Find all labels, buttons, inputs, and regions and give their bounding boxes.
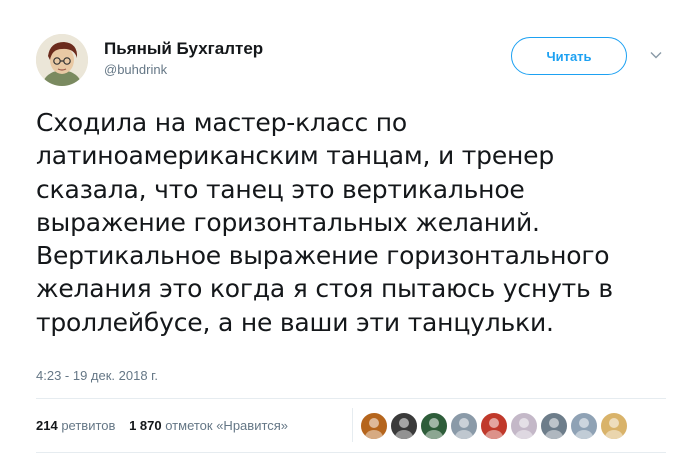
tweet-timestamp[interactable]: 4:23 - 19 дек. 2018 г. — [36, 368, 158, 383]
follow-button[interactable]: Читать — [511, 37, 627, 75]
avatar-icon — [544, 418, 564, 439]
tweet-text-line: выражение горизонтальных желаний. — [36, 207, 540, 237]
avatar-icon — [604, 418, 624, 439]
tweet-text-line: троллейбусе, а не ваши эти танцульки. — [36, 307, 554, 337]
avatar-icon — [484, 418, 504, 439]
avatar-icon — [514, 418, 534, 439]
more-options-button[interactable] — [649, 48, 663, 62]
divider — [36, 452, 666, 453]
liker-avatar[interactable] — [480, 412, 508, 440]
tweet-text-line: сказала, что танец это вертикальное — [36, 174, 525, 204]
author-block: Пьяный Бухгалтер @buhdrink — [104, 39, 263, 79]
tweet-text-line: Вертикальное выражение горизонтального — [36, 241, 610, 271]
avatar-icon — [454, 418, 474, 439]
divider — [36, 398, 666, 399]
liker-avatar[interactable] — [450, 412, 478, 440]
tweet-text: Сходила на мастер-класс по латиноамерика… — [36, 106, 676, 339]
avatar-icon — [394, 418, 414, 439]
liker-avatar[interactable] — [390, 412, 418, 440]
liker-avatar[interactable] — [420, 412, 448, 440]
retweets-stat[interactable]: 214 ретвитов — [36, 418, 115, 433]
tweet-text-line: латиноамериканским танцам, и тренер — [36, 141, 555, 171]
avatar-icon — [364, 418, 384, 439]
liker-avatar[interactable] — [510, 412, 538, 440]
likes-stat[interactable]: 1 870 отметок «Нравится» — [129, 418, 288, 433]
liker-avatar[interactable] — [600, 412, 628, 440]
retweets-count: 214 — [36, 418, 58, 433]
avatar-icon — [36, 34, 88, 86]
tweet-stats: 214 ретвитов 1 870 отметок «Нравится» — [36, 418, 298, 433]
tweet-text-line: желания это когда я стоя пытаюсь уснуть … — [36, 274, 613, 304]
liker-avatar[interactable] — [540, 412, 568, 440]
chevron-down-icon — [650, 52, 662, 59]
tweet-text-line: Сходила на мастер-класс по — [36, 108, 407, 137]
tweet-card: Пьяный Бухгалтер @buhdrink Читать Сходил… — [0, 0, 700, 464]
author-avatar[interactable] — [36, 34, 88, 86]
likes-count: 1 870 — [129, 418, 162, 433]
avatar-icon — [424, 418, 444, 439]
liker-avatar[interactable] — [360, 412, 388, 440]
author-handle[interactable]: @buhdrink — [104, 61, 263, 79]
liker-avatar[interactable] — [570, 412, 598, 440]
avatar-icon — [574, 418, 594, 439]
author-display-name[interactable]: Пьяный Бухгалтер — [104, 39, 263, 59]
likes-label: отметок «Нравится» — [165, 418, 289, 433]
stats-separator — [352, 408, 353, 442]
retweets-label: ретвитов — [61, 418, 116, 433]
